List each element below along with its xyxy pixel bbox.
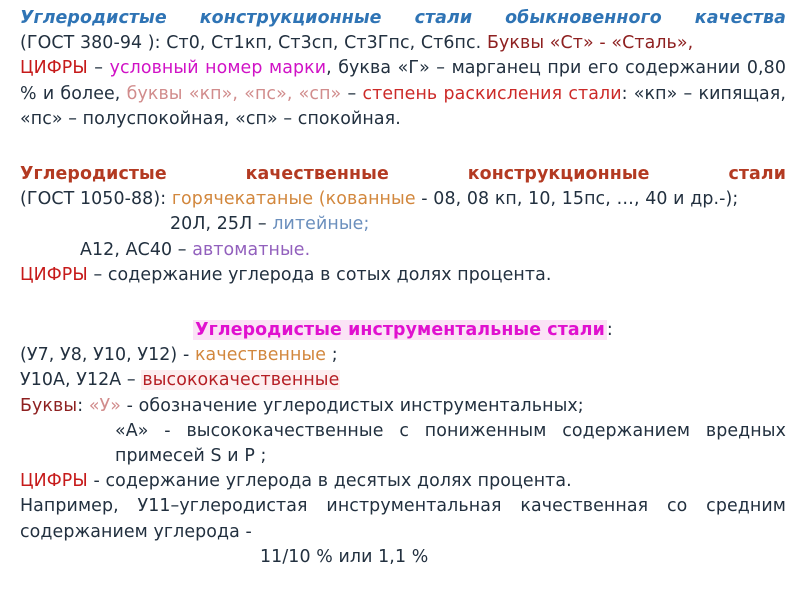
section3-letter-u: «У» bbox=[88, 395, 121, 416]
section3-heading: Углеродистые инструментальные стали bbox=[193, 320, 607, 341]
section2-heading: Углеродистые качественные конструкционны… bbox=[20, 164, 786, 185]
section2-digits-label: ЦИФРЫ bbox=[20, 264, 88, 285]
section-ordinary-quality-steels: Углеродистые конструкционные стали обыкн… bbox=[20, 6, 786, 132]
section3-letter-u-text: - обозначение углеродистых инструменталь… bbox=[121, 395, 584, 416]
section2-auto-label: автоматные. bbox=[192, 239, 311, 260]
section3-quality-label: качественные bbox=[194, 345, 327, 366]
section3-example-value-line: 11/10 % или 1,1 % bbox=[20, 545, 786, 570]
section3-heading-line: Углеродистые инструментальные стали: bbox=[20, 318, 786, 343]
section3-letters-colon: : bbox=[77, 395, 89, 416]
section3-digits-line: ЦИФРЫ - содержание углерода в десятых до… bbox=[20, 469, 786, 494]
section2-auto-grades: А12, АС40 – bbox=[80, 239, 193, 260]
section1-grades: Ст0, Ст1кп, Ст3сп, Ст3Гпс, Ст6пс. bbox=[166, 33, 487, 54]
section3-example-line: Например, У11–углеродистая инструменталь… bbox=[20, 494, 786, 544]
section3-letters-line: Буквы: «У» - обозначение углеродистых ин… bbox=[20, 394, 786, 419]
section1-paragraph: Углеродистые конструкционные стали обыкн… bbox=[20, 6, 786, 56]
section1-gost: (ГОСТ 380-94 ): bbox=[20, 33, 167, 54]
section3-letter-a-line: «А» - высококачественные с пониженным со… bbox=[20, 419, 786, 469]
section1-deox-dash: – bbox=[341, 83, 363, 104]
section1-heading: Углеродистые конструкционные стали обыкн… bbox=[20, 8, 786, 28]
section2-cast-line: 20Л, 25Л – литейные; bbox=[20, 212, 786, 237]
section1-digits-value: условный номер марки bbox=[109, 58, 327, 79]
section1-deox-label: степень раскисления стали bbox=[362, 83, 622, 104]
section1-digits-paragraph: ЦИФРЫ – условный номер марки, буква «Г» … bbox=[20, 56, 786, 132]
section3-high-quality-label: высококачественные bbox=[141, 370, 341, 391]
section2-cast-label: литейные; bbox=[272, 214, 370, 235]
section2-hot-rolled-grades: - 08, 08 кп, 10, 15пс, …, 40 и др.-); bbox=[415, 189, 739, 210]
section3-example-value: 11/10 % или 1,1 % bbox=[260, 546, 429, 567]
section1-digits-label: ЦИФРЫ bbox=[20, 58, 88, 79]
section3-high-quality-line: У10А, У12А – высококачественные bbox=[20, 368, 786, 393]
section3-quality-tail: ; bbox=[326, 345, 338, 366]
section2-digits-line: ЦИФРЫ – содержание углерода в сотых доля… bbox=[20, 263, 786, 288]
section3-example-text: Например, У11–углеродистая инструменталь… bbox=[20, 496, 786, 542]
section3-high-quality-grades: У10А, У12А – bbox=[20, 370, 142, 391]
section3-heading-colon: : bbox=[606, 320, 613, 341]
section2-hot-rolled-label: горячекатаные (кованные bbox=[171, 189, 416, 210]
section3-digits-label: ЦИФРЫ bbox=[20, 471, 88, 492]
section1-digits-dash: – bbox=[87, 58, 110, 79]
section3-letters-label: Буквы bbox=[20, 395, 78, 416]
slide-canvas: Углеродистые конструкционные стали обыкн… bbox=[0, 0, 800, 600]
section2-auto-line: А12, АС40 – автоматные. bbox=[20, 238, 786, 263]
section3-letter-a-text: «А» - высококачественные с пониженным со… bbox=[115, 420, 786, 467]
section3-quality-line: (У7, У8, У10, У12) - качественные ; bbox=[20, 343, 786, 368]
section3-quality-grades: (У7, У8, У10, У12) - bbox=[20, 345, 195, 366]
section2-cast-grades: 20Л, 25Л – bbox=[170, 214, 273, 235]
section2-paragraph: Углеродистые качественные конструкционны… bbox=[20, 162, 786, 212]
section-tool-steels: Углеродистые инструментальные стали: (У7… bbox=[20, 318, 786, 570]
section2-digits-text: – содержание углерода в сотых долях проц… bbox=[87, 264, 552, 285]
section2-gost: (ГОСТ 1050-88): bbox=[20, 189, 172, 210]
section-quality-structural-steels: Углеродистые качественные конструкционны… bbox=[20, 162, 786, 288]
section1-deox-letters: буквы «кп», «пс», «сп» bbox=[126, 83, 342, 104]
section3-digits-text: - содержание углерода в десятых долях пр… bbox=[87, 471, 572, 492]
section1-letters-label: Буквы «Ст» - «Сталь», bbox=[486, 33, 694, 54]
